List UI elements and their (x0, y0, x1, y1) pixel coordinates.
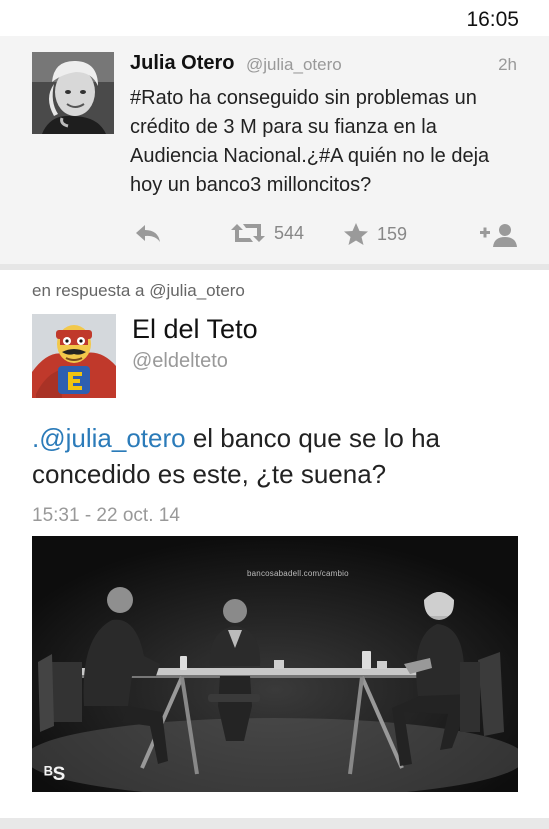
original-tweet[interactable]: Julia Otero @julia_otero 2h #Rato ha con… (0, 36, 549, 264)
author-handle[interactable]: @julia_otero (246, 55, 342, 75)
in-reply-to-label[interactable]: en respuesta a @julia_otero (32, 281, 245, 301)
reply-avatar[interactable] (32, 314, 116, 398)
bank-logo: ᴮS (44, 764, 66, 785)
reply-button[interactable] (133, 222, 163, 244)
photo-watermark-url: bancosabadell.com/cambio (247, 569, 349, 578)
reply-author-name[interactable]: El del Teto (132, 314, 258, 345)
author-name[interactable]: Julia Otero (130, 52, 234, 75)
follow-button[interactable] (480, 222, 520, 248)
reply-author-handle[interactable]: @eldelteto (132, 350, 228, 373)
tweet-age: 2h (498, 55, 517, 74)
clock: 16:05 (466, 8, 519, 31)
superhero-avatar-image (32, 314, 116, 398)
mention-link[interactable]: .@julia_otero (32, 423, 186, 453)
reply-timestamp[interactable]: 15:31 - 22 oct. 14 (32, 505, 180, 527)
avatar[interactable] (32, 52, 114, 134)
divider (0, 264, 549, 270)
attached-photo[interactable]: bancosabadell.com/cambio ᴮS (32, 536, 518, 792)
tweet-actions: 544 159 (0, 216, 549, 256)
next-item-edge (0, 818, 549, 829)
follow-user-icon (480, 224, 517, 247)
reply-icon (136, 225, 160, 242)
favorite-count: 159 (377, 223, 408, 244)
star-icon (344, 223, 368, 245)
status-bar: 16:05 (0, 0, 549, 36)
reply-text: .@julia_otero el banco que se lo ha conc… (32, 420, 522, 492)
retweet-icon (231, 224, 265, 242)
avatar-photo (32, 52, 114, 134)
tweet-text: #Rato ha conseguido sin problemas un cré… (130, 87, 490, 196)
retweet-count: 544 (274, 222, 305, 243)
retweet-button[interactable]: 544 (230, 222, 304, 244)
favorite-button[interactable]: 159 (343, 222, 407, 246)
